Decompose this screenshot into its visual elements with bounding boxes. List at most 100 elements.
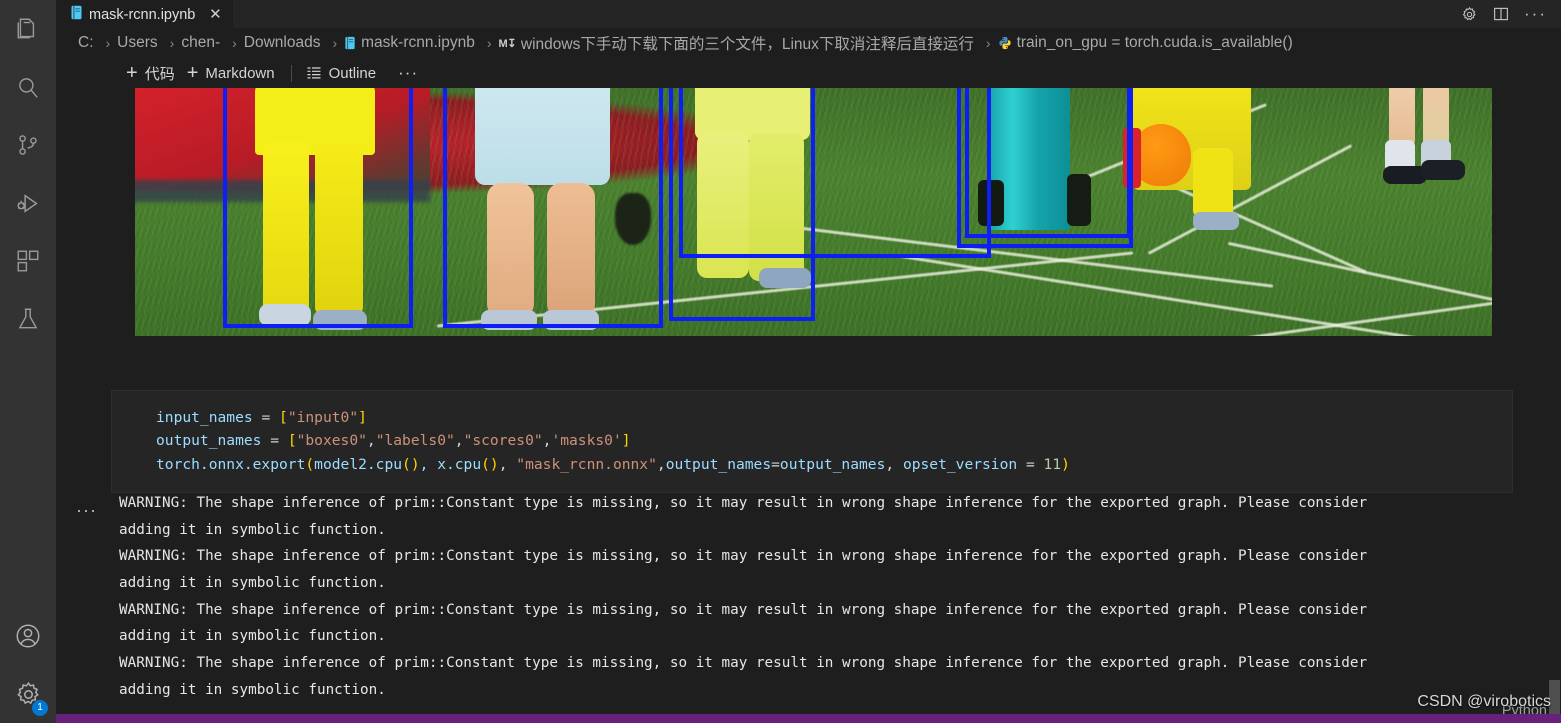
bounding-box: [965, 88, 1131, 238]
vertical-scrollbar[interactable]: [1547, 176, 1561, 723]
code-token: 11: [1043, 455, 1062, 473]
testing-icon[interactable]: [0, 290, 56, 348]
python-icon: [998, 36, 1012, 50]
more-actions-icon[interactable]: ···: [1524, 5, 1547, 22]
code-token: ,: [885, 455, 903, 473]
code-token: torch.onnx.export: [156, 455, 306, 473]
detection-image: [135, 88, 1492, 336]
tab-mask-rcnn-ipynb[interactable]: mask-rcnn.ipynb ✕: [56, 0, 234, 28]
markdown-icon: M↧: [498, 37, 517, 50]
accounts-icon[interactable]: [0, 607, 56, 665]
activity-bar-bottom: 1: [0, 607, 56, 723]
output-line: WARNING: The shape inference of prim::Co…: [119, 601, 1368, 618]
breadcrumb-item-6[interactable]: train_on_gpu = torch.cuda.is_available(): [998, 34, 1293, 52]
watermark: CSDN @virobotics: [1417, 693, 1551, 710]
manage-badge: 1: [32, 700, 48, 716]
shoe: [1421, 160, 1465, 180]
add-markdown-cell-button[interactable]: + Markdown: [187, 63, 287, 83]
chevron-right-icon: ›: [985, 35, 991, 51]
breadcrumb-label: mask-rcnn.ipynb: [361, 34, 475, 51]
notebook-icon: [70, 5, 83, 24]
breadcrumb-item-3[interactable]: Downloads ›: [244, 34, 344, 52]
close-icon[interactable]: ✕: [207, 7, 223, 22]
editor-area: mask-rcnn.ipynb ✕ ··· C: › Users › chen-…: [56, 0, 1561, 723]
shoe: [1193, 212, 1239, 230]
chevron-right-icon: ›: [486, 35, 492, 51]
status-bar[interactable]: [56, 714, 1561, 723]
chevron-right-icon: ›: [332, 35, 338, 51]
code-token: =: [270, 432, 288, 450]
code-token: "mask_rcnn.onnx": [516, 455, 657, 473]
cell-image-output: [135, 88, 1492, 336]
plus-icon: +: [126, 62, 138, 84]
toolbar-more-icon[interactable]: ···: [388, 63, 418, 83]
code-token: ,: [656, 455, 666, 473]
toolbar-divider: [290, 64, 292, 82]
breadcrumb-label: windows下手动下载下面的三个文件，Linux下取消注释后直接运行: [520, 36, 974, 53]
code-token: [: [279, 409, 288, 426]
code-token: output_names: [156, 432, 271, 450]
breadcrumb-label: C:: [78, 34, 94, 51]
code-token: ,: [366, 432, 376, 450]
output-line: WARNING: The shape inference of prim::Co…: [119, 548, 1368, 565]
extensions-icon[interactable]: [0, 232, 56, 290]
output-line: adding it in symbolic function.: [119, 521, 386, 538]
breadcrumb-item-5[interactable]: M↧ windows下手动下载下面的三个文件，Linux下取消注释后直接运行 ›: [499, 32, 998, 54]
output-line: adding it in symbolic function.: [119, 575, 386, 592]
settings-gear-icon[interactable]: [1461, 6, 1478, 23]
code-token: "input0": [287, 409, 359, 426]
tab-label: mask-rcnn.ipynb: [89, 6, 196, 23]
explorer-icon[interactable]: [0, 0, 56, 58]
breadcrumb-item-0[interactable]: C: ›: [78, 34, 117, 52]
breadcrumb-label: Users: [117, 34, 158, 51]
bounding-box: [679, 88, 991, 258]
editor-tab-actions: ···: [1461, 0, 1555, 28]
search-icon[interactable]: [0, 58, 56, 116]
output-overflow-icon[interactable]: ···: [76, 501, 97, 519]
code-token: (: [305, 455, 315, 473]
output-line: adding it in symbolic function.: [119, 681, 386, 698]
run-and-debug-icon[interactable]: [0, 174, 56, 232]
code-cell[interactable]: input_names = ["input0"] output_names = …: [111, 390, 1513, 493]
code-token: opset_version: [902, 455, 1026, 473]
chevron-right-icon: ›: [232, 35, 237, 51]
activity-bar: 1: [0, 0, 56, 723]
segmented-leg: [1193, 148, 1233, 218]
split-editor-icon[interactable]: [1492, 5, 1510, 23]
notebook-toolbar: + 代码 + Markdown Outline ···: [56, 58, 1561, 88]
add-code-cell-button[interactable]: + 代码: [126, 63, 187, 84]
add-code-cell-label: 代码: [144, 65, 175, 83]
breadcrumb-item-1[interactable]: Users ›: [117, 34, 181, 52]
code-token: input_names: [156, 409, 262, 426]
code-token: (): [402, 455, 420, 473]
code-token: =: [1025, 455, 1044, 473]
code-editor[interactable]: input_names = ["input0"] output_names = …: [112, 391, 1512, 476]
breadcrumb-label: chen-: [181, 34, 221, 51]
code-token: ]: [358, 409, 367, 426]
code-token: [: [287, 432, 297, 450]
code-token: model2.cpu: [314, 455, 403, 473]
breadcrumb-label: Downloads: [243, 34, 321, 51]
manage-settings-icon[interactable]: 1: [0, 665, 56, 723]
breadcrumb: C: › Users › chen- › Downloads › mask-rc…: [56, 28, 1561, 58]
code-token: ,: [498, 455, 517, 473]
output-line: adding it in symbolic function.: [119, 628, 386, 645]
breadcrumb-item-2[interactable]: chen- ›: [181, 34, 243, 52]
output-line: WARNING: The shape inference of prim::Co…: [119, 495, 1368, 511]
bounding-box: [223, 88, 413, 328]
vscode-window: 1 mask-rcnn.ipynb ✕ ··· C: › Users › che…: [0, 0, 1561, 723]
code-token: =: [771, 455, 780, 473]
code-token: output_names: [665, 455, 772, 473]
code-token: (): [481, 455, 499, 473]
tab-strip: mask-rcnn.ipynb ✕ ···: [56, 0, 1561, 28]
breadcrumb-item-4[interactable]: mask-rcnn.ipynb ›: [344, 34, 498, 52]
chevron-right-icon: ›: [169, 35, 175, 51]
bounding-box: [443, 88, 663, 328]
code-token: "labels0": [375, 432, 455, 450]
outline-button[interactable]: Outline: [306, 65, 389, 82]
code-token: "scores0": [463, 432, 543, 450]
source-control-icon[interactable]: [0, 116, 56, 174]
outline-label: Outline: [328, 64, 377, 82]
cell-text-output: WARNING: The shape inference of prim::Co…: [119, 490, 1541, 704]
code-token: output_names: [779, 455, 886, 473]
